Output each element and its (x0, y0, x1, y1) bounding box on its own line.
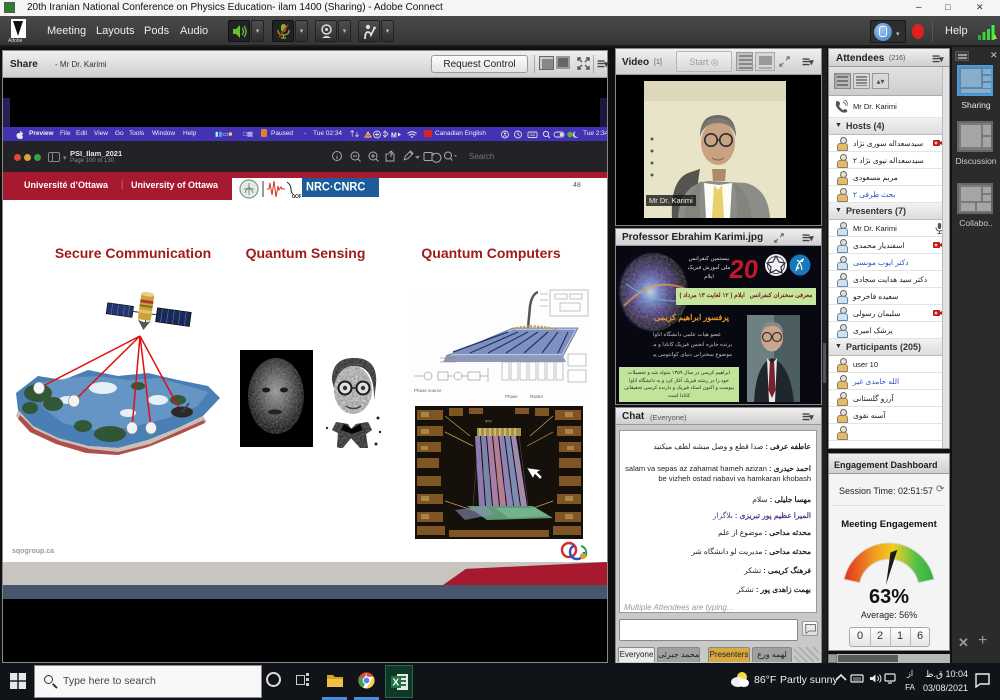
svg-text:Phase source: Phase source (414, 388, 442, 393)
svg-text:Phase: Phase (505, 394, 518, 399)
svg-text:20: 20 (728, 254, 760, 284)
svg-text:M: M (391, 132, 397, 139)
svg-text:X: X (393, 678, 400, 689)
svg-text:qop: qop (485, 418, 492, 423)
svg-text:Raster: Raster (530, 394, 544, 399)
